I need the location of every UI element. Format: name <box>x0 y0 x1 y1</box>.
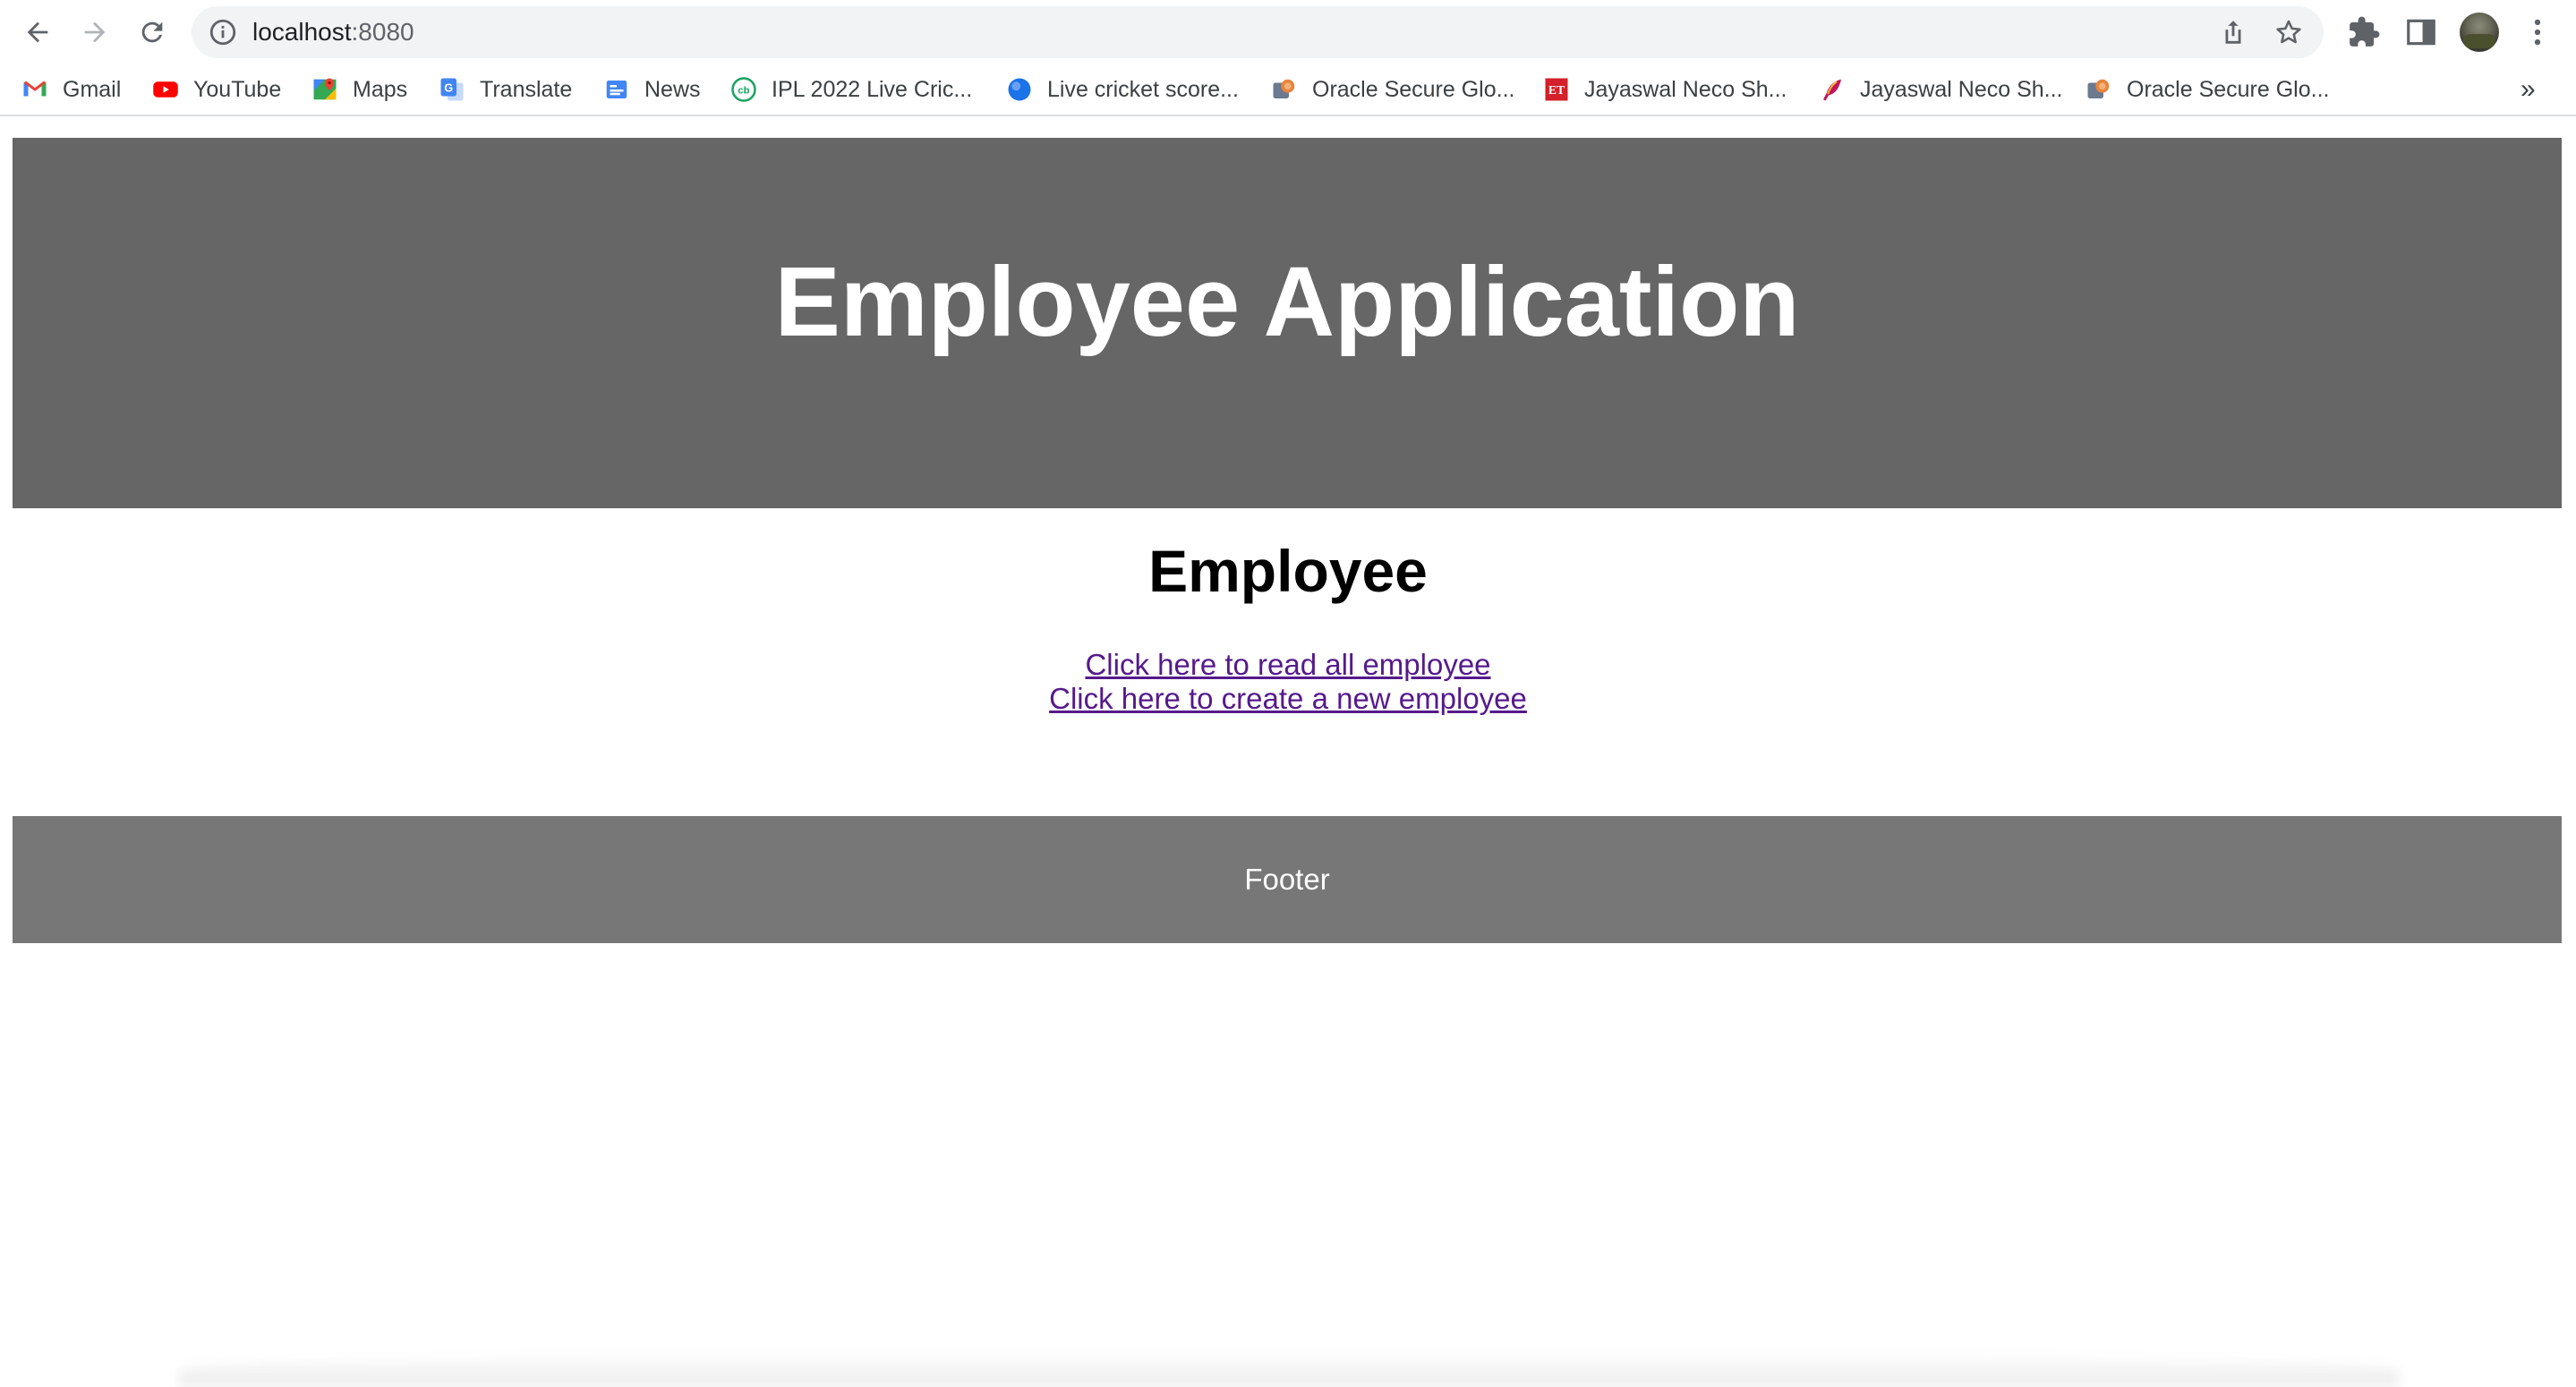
bookmark-translate[interactable]: G Translate <box>439 64 572 115</box>
side-panel-icon[interactable] <box>2404 15 2438 49</box>
page-content: Employee Application Employee Click here… <box>0 116 2576 1387</box>
bookmark-gmail[interactable]: Gmail <box>21 64 121 115</box>
oracle-icon <box>2086 76 2112 103</box>
page-title: Employee Application <box>774 246 1800 357</box>
bottom-shadow <box>179 1351 2399 1387</box>
bookmark-label: Maps <box>353 76 408 102</box>
bookmark-label: Gmail <box>63 76 122 102</box>
kebab-menu-icon[interactable] <box>2521 15 2555 49</box>
info-icon[interactable] <box>208 17 238 47</box>
globe-icon <box>1006 76 1033 103</box>
star-icon[interactable] <box>2273 17 2304 47</box>
svg-text:cb: cb <box>738 85 749 96</box>
bookmark-label: Oracle Secure Glo... <box>2127 76 2330 102</box>
read-all-employee-link[interactable]: Click here to read all employee <box>1085 648 1490 682</box>
arrow-left-icon <box>27 21 48 43</box>
feather-icon <box>1819 76 1846 103</box>
browser-window: localhost:8080 Gmail YouTube Maps G Tran… <box>0 0 2576 1387</box>
bookmark-news[interactable]: News <box>603 64 701 115</box>
employee-links: Click here to read all employee Click he… <box>0 648 2576 716</box>
bookmark-label: IPL 2022 Live Cric... <box>772 76 973 102</box>
bookmark-label: Jayaswal Neco Sh... <box>1860 76 2063 102</box>
url-port: :8080 <box>351 18 414 46</box>
bookmark-label: News <box>644 76 701 102</box>
bookmark-youtube[interactable]: YouTube <box>152 64 281 115</box>
oracle-icon <box>1271 76 1298 103</box>
bookmark-oracle-2[interactable]: Oracle Secure Glo... <box>2086 64 2329 115</box>
bookmark-label: Oracle Secure Glo... <box>1312 76 1515 102</box>
url-host: localhost <box>252 18 352 46</box>
bookmark-label: YouTube <box>193 76 282 102</box>
create-employee-link[interactable]: Click here to create a new employee <box>1049 682 1527 716</box>
svg-text:ET: ET <box>1548 83 1565 97</box>
bookmark-live-cricket[interactable]: Live cricket score... <box>1006 64 1239 115</box>
page-footer: Footer <box>13 816 2562 943</box>
bookmarks-overflow-button[interactable]: » <box>2521 64 2536 115</box>
page-header: Employee Application <box>13 138 2562 508</box>
bookmark-maps[interactable]: Maps <box>311 64 407 115</box>
youtube-icon <box>152 76 179 103</box>
bookmark-jayaswal-2[interactable]: Jayaswal Neco Sh... <box>1819 64 2063 115</box>
bookmark-oracle-1[interactable]: Oracle Secure Glo... <box>1271 64 1514 115</box>
bookmarks-bar: Gmail YouTube Maps G Translate News cb I… <box>0 64 2576 116</box>
share-icon[interactable] <box>2218 17 2248 47</box>
bookmark-jayaswal-1[interactable]: ET Jayaswal Neco Sh... <box>1543 64 1787 115</box>
url-text[interactable]: localhost:8080 <box>252 6 414 58</box>
footer-text: Footer <box>1244 863 1330 896</box>
bookmark-label: Translate <box>480 76 573 102</box>
translate-icon: G <box>439 76 465 103</box>
arrow-right-icon <box>84 21 106 43</box>
maps-icon <box>311 76 338 103</box>
gmail-icon <box>21 76 48 103</box>
bookmark-label: Live cricket score... <box>1047 76 1239 102</box>
et-icon: ET <box>1543 76 1570 103</box>
bookmark-label: Jayaswal Neco Sh... <box>1584 76 1787 102</box>
reload-button[interactable] <box>129 9 175 55</box>
address-bar[interactable]: localhost:8080 <box>192 6 2324 58</box>
extensions-icon[interactable] <box>2347 15 2381 49</box>
news-icon <box>603 76 630 103</box>
bookmark-ipl[interactable]: cb IPL 2022 Live Cric... <box>730 64 972 115</box>
section-title: Employee <box>1148 538 1428 604</box>
forward-button[interactable] <box>72 9 118 55</box>
cricbuzz-icon: cb <box>730 76 757 103</box>
back-button[interactable] <box>14 9 61 55</box>
browser-toolbar: localhost:8080 <box>0 0 2576 64</box>
svg-text:G: G <box>444 82 453 95</box>
profile-avatar[interactable] <box>2460 13 2499 52</box>
reload-icon <box>141 21 163 43</box>
